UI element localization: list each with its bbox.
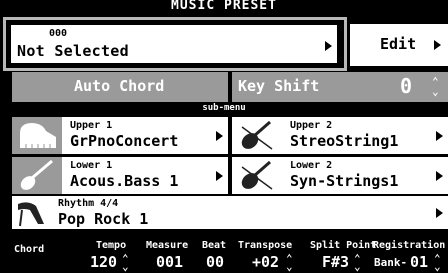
tempo-down-icon[interactable]: ⌄ [122,261,129,272]
piano-icon [12,117,62,154]
part-lower1[interactable]: Lower 1 Acous.Bass 1 [12,157,228,194]
lower2-tone: Syn-Strings1 [290,172,399,190]
key-shift-label: Key Shift [238,77,320,95]
upper2-label: Upper 2 [290,120,333,131]
lower2-label: Lower 2 [290,160,333,171]
registration-label: Registration [373,240,446,251]
edit-arrow-icon [434,40,441,50]
tempo-label: Tempo [96,240,127,251]
lower1-label: Lower 1 [70,160,113,171]
edit-button[interactable]: Edit [350,24,448,66]
drum-icon [14,198,52,228]
transpose-value: +02 [252,253,280,271]
preset-number: 000 [49,28,68,39]
part-lower2[interactable]: Lower 2 Syn-Strings1 [232,157,448,194]
part-upper1[interactable]: Upper 1 GrPnoConcert [12,117,228,154]
transpose-label: Transpose [238,240,293,251]
screen-title: MUSIC PRESET [171,0,277,13]
upper1-tone: GrPnoConcert [70,132,179,150]
violin-icon [232,157,282,194]
preset-panel[interactable]: 000 Not Selected [10,24,338,64]
split-point-value: F#3 [322,253,350,271]
tempo-value: 120 [90,253,118,271]
chord-label: Chord [14,244,45,255]
auto-chord-label: Auto Chord [74,77,165,95]
rhythm-arrow-icon [436,208,443,218]
rhythm-name: Pop Rock 1 [58,210,149,228]
registration-bank-label: Bank- [374,256,408,269]
lower2-arrow-icon [436,171,443,181]
upper1-label: Upper 1 [70,120,113,131]
lower1-arrow-icon [216,171,223,181]
measure-value: 001 [156,253,184,271]
key-shift-control[interactable]: Key Shift 0 ⌃ ⌄ [232,72,448,102]
key-shift-value: 0 [400,74,413,98]
part-upper2[interactable]: Upper 2 StreoString1 [232,117,448,154]
preset-arrow-icon[interactable] [325,41,332,51]
transpose-down-icon[interactable]: ⌄ [286,261,293,272]
violin-icon [232,117,282,154]
registration-value: 01 [410,253,429,271]
split-point-down-icon[interactable]: ⌄ [354,261,361,272]
lower1-tone: Acous.Bass 1 [70,172,179,190]
status-bar: Chord Tempo 120 ⌃ ⌄ Measure 001 Beat 00 … [0,236,448,273]
preset-name: Not Selected [17,42,129,60]
submenu-label: sub-menu [202,103,246,113]
key-shift-down-icon[interactable]: ⌄ [432,86,439,97]
rhythm-selector[interactable]: Rhythm 4/4 Pop Rock 1 [12,196,448,229]
upper1-arrow-icon [216,131,223,141]
upper2-arrow-icon [436,131,443,141]
registration-down-icon[interactable]: ⌄ [434,261,441,272]
preset-selector[interactable]: 000 Not Selected [3,17,347,71]
edit-label: Edit [380,35,417,53]
beat-value: 00 [206,253,225,271]
auto-chord-button[interactable]: Auto Chord [12,72,228,102]
measure-label: Measure [146,240,189,251]
split-point-label: Split Point [310,240,377,251]
upper2-tone: StreoString1 [290,132,399,150]
guitar-icon [12,157,62,194]
beat-label: Beat [202,240,227,251]
rhythm-label: Rhythm 4/4 [58,198,119,209]
